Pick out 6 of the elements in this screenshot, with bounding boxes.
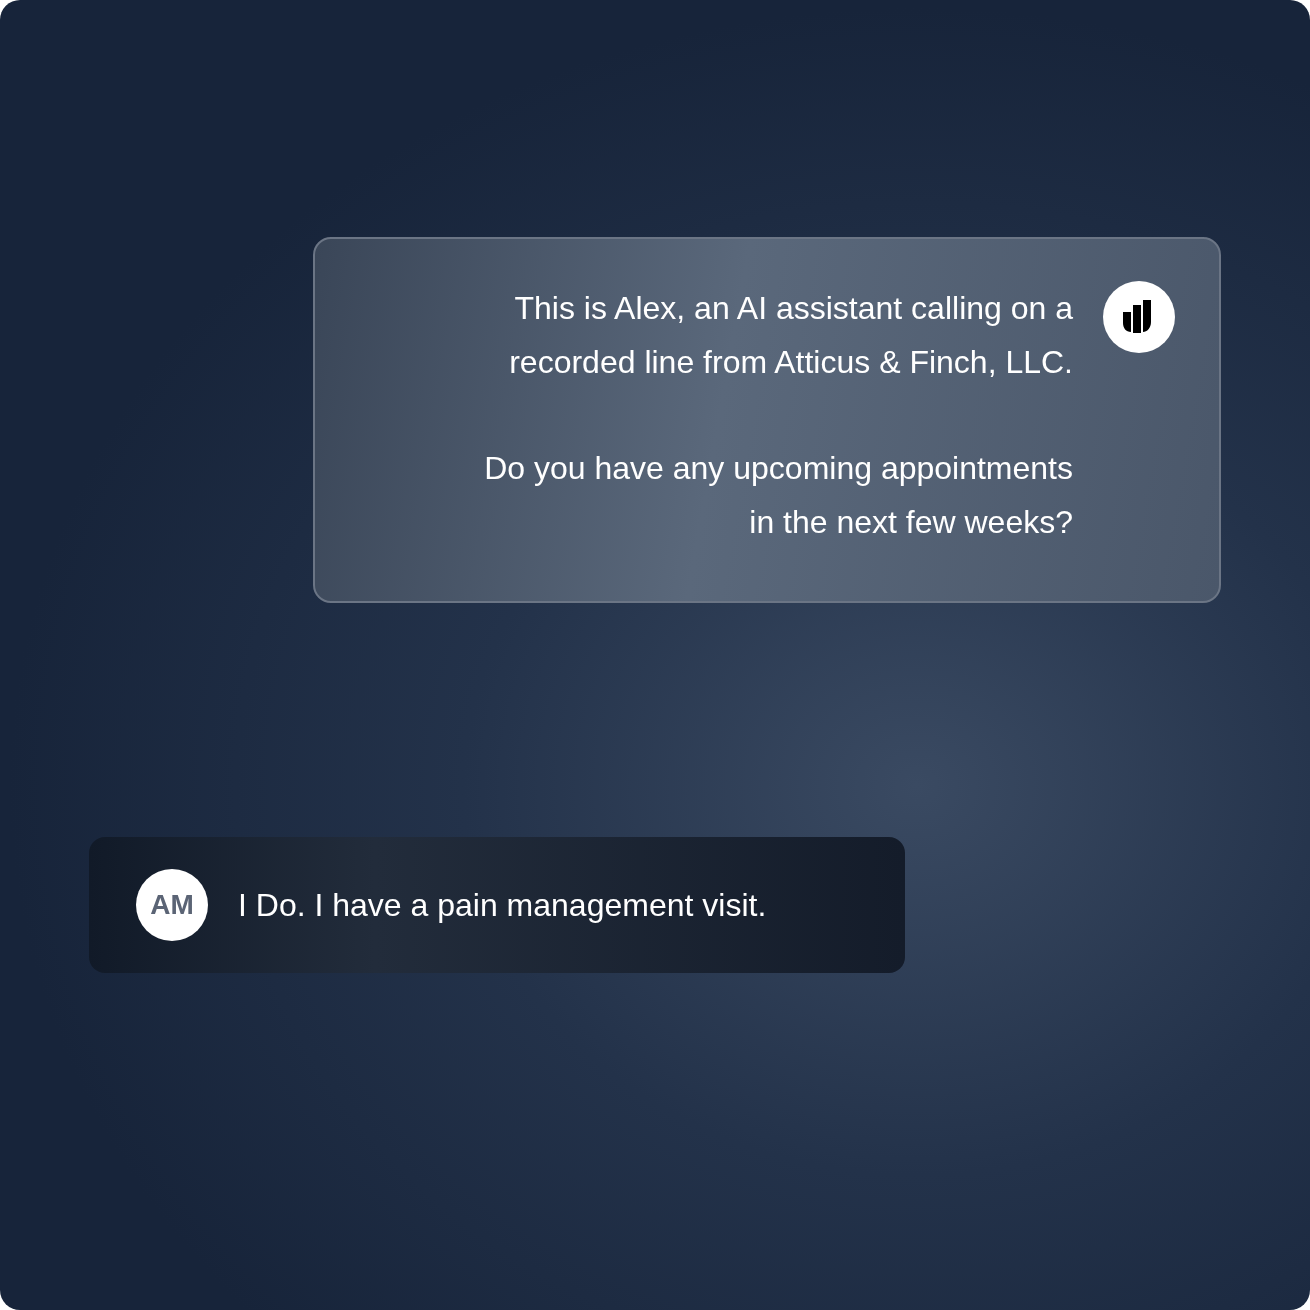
- message-text: recorded line from Atticus & Finch, LLC.: [509, 343, 1073, 382]
- message-text: in the next few weeks?: [748, 503, 1073, 542]
- message-text: I Do. I have a pain management visit.: [238, 886, 767, 925]
- message-text: Do you have any upcoming appointments: [484, 449, 1073, 488]
- user-avatar: AM: [136, 869, 208, 941]
- message-text: This is Alex, an AI assistant calling on a: [513, 289, 1073, 328]
